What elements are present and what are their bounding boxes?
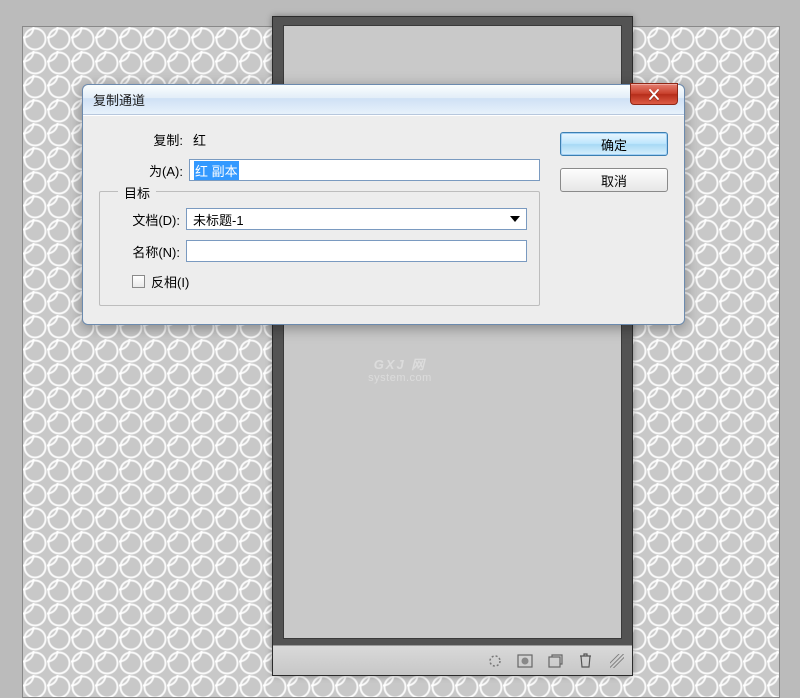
as-input[interactable]: 红 副本 [189, 159, 540, 181]
target-fieldset: 目标 文档(D): 未标题-1 名称(N): [99, 191, 540, 306]
chevron-down-icon [510, 216, 520, 222]
name-row: 名称(N): [112, 240, 527, 262]
layer-mask-icon[interactable] [516, 652, 534, 670]
copy-row: 复制: 红 [99, 130, 540, 149]
ok-button-label: 确定 [601, 135, 627, 154]
invert-row[interactable]: 反相(I) [132, 272, 527, 291]
document-select[interactable]: 未标题-1 [186, 208, 527, 230]
ok-button[interactable]: 确定 [560, 132, 668, 156]
target-legend: 目标 [118, 183, 156, 202]
dialog-buttons: 确定 取消 [560, 130, 668, 306]
dialog-titlebar[interactable]: 复制通道 [83, 85, 684, 115]
dialog-title: 复制通道 [93, 90, 145, 109]
new-channel-icon[interactable] [546, 652, 564, 670]
as-input-selection: 红 副本 [194, 161, 239, 180]
cancel-button-label: 取消 [601, 171, 627, 190]
name-input[interactable] [186, 240, 527, 262]
document-select-value: 未标题-1 [193, 210, 244, 229]
duplicate-channel-dialog: 复制通道 复制: 红 为(A): 红 副本 目标 [82, 84, 685, 325]
as-row: 为(A): 红 副本 [99, 159, 540, 181]
panel-toolbar [273, 645, 632, 675]
copy-source-value: 红 [189, 130, 206, 149]
name-label: 名称(N): [112, 242, 186, 261]
invert-checkbox[interactable] [132, 275, 145, 288]
resize-grip-icon[interactable] [610, 654, 624, 668]
close-icon [648, 89, 660, 100]
form-area: 复制: 红 为(A): 红 副本 目标 文档(D): 未标题-1 [99, 130, 540, 306]
dialog-body: 复制: 红 为(A): 红 副本 目标 文档(D): 未标题-1 [83, 115, 684, 324]
as-label: 为(A): [99, 161, 189, 180]
close-button[interactable] [630, 83, 678, 105]
cancel-button[interactable]: 取消 [560, 168, 668, 192]
copy-label: 复制: [99, 130, 189, 149]
invert-label: 反相(I) [151, 272, 189, 291]
document-row: 文档(D): 未标题-1 [112, 208, 527, 230]
document-label: 文档(D): [112, 210, 186, 229]
trash-icon[interactable] [576, 652, 594, 670]
loading-icon[interactable] [486, 652, 504, 670]
